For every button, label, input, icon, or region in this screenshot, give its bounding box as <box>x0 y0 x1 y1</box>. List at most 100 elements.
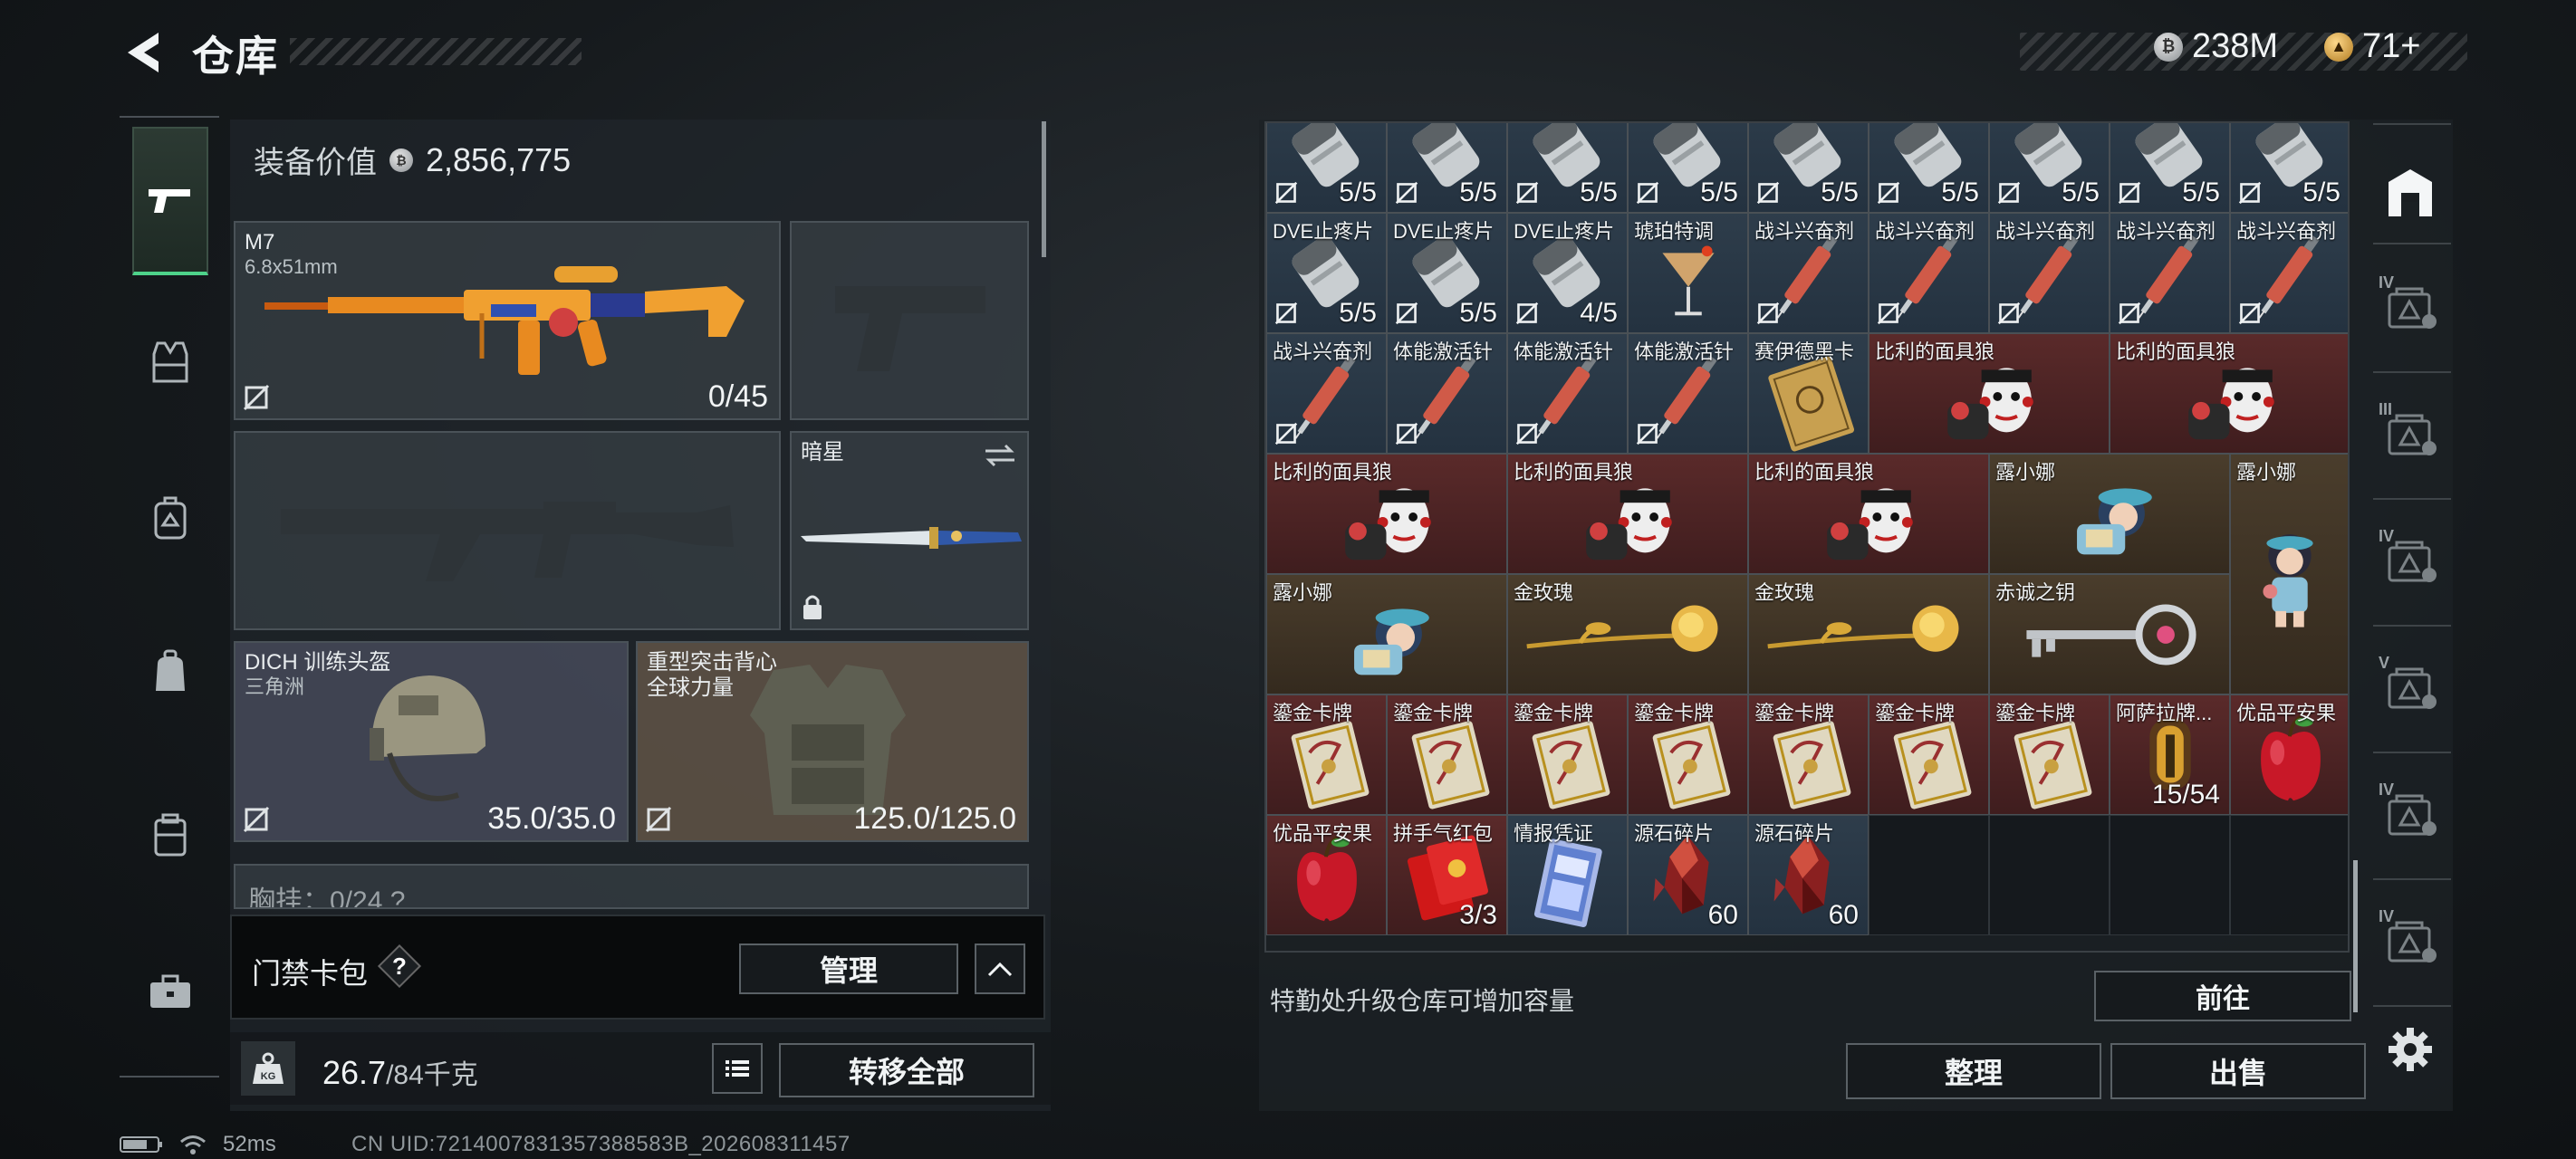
stash-empty-slot[interactable] <box>2110 815 2230 935</box>
stash-item[interactable]: 源石碎片 60 <box>1628 815 1748 935</box>
no-bind-icon <box>2238 181 2262 205</box>
stash-item[interactable]: 比利的面具狼 <box>1748 454 1989 574</box>
no-bind-icon <box>243 384 270 411</box>
stash-item[interactable]: 鎏金卡牌 <box>1507 694 1628 815</box>
stash-item[interactable]: DVE止疼片 5/5 <box>2110 123 2230 213</box>
stash-empty-slot[interactable] <box>1989 815 2110 935</box>
stash-item[interactable]: 露小娜 <box>2230 454 2348 694</box>
stash-iv-b-icon[interactable]: IV <box>2379 781 2442 848</box>
loadout-scrollbar[interactable] <box>1042 121 1046 257</box>
stash-item[interactable]: 金玫瑰 <box>1507 574 1748 694</box>
stash-item[interactable]: DVE止疼片 5/5 <box>1628 123 1748 213</box>
silver-currency[interactable]: ₿ 238M <box>2154 27 2278 66</box>
stash-item[interactable]: 鎏金卡牌 <box>1869 694 1989 815</box>
no-bind-icon <box>1274 181 1298 205</box>
tab-armor[interactable] <box>132 324 208 400</box>
stash-item[interactable]: DVE止疼片 4/5 <box>1507 213 1628 333</box>
stash-item[interactable]: 战斗兴奋剂 <box>1869 213 1989 333</box>
armor-slot[interactable]: 重型突击背心 全球力量 125.0/125.0 <box>636 641 1029 842</box>
stash-iii-icon[interactable]: III <box>2379 400 2442 467</box>
stash-item[interactable]: 比利的面具狼 <box>1507 454 1748 574</box>
stash-item[interactable]: 体能激活针 <box>1628 333 1748 454</box>
stash-item[interactable]: 战斗兴奋剂 <box>1748 213 1869 333</box>
chest-rig-slot[interactable]: 胸挂：0/24 ? <box>234 864 1029 909</box>
stash-item[interactable]: DVE止疼片 5/5 <box>1869 123 1989 213</box>
stash-item[interactable]: 情报凭证 <box>1507 815 1628 935</box>
stash-item[interactable]: 鎏金卡牌 <box>1748 694 1869 815</box>
tab-case[interactable] <box>132 797 208 873</box>
stash-item[interactable]: 鎏金卡牌 <box>1387 694 1507 815</box>
stash-item[interactable]: DVE止疼片 5/5 <box>1989 123 2110 213</box>
help-icon[interactable]: ? <box>380 947 418 985</box>
stash-item[interactable]: 赤诚之钥 <box>1989 574 2230 694</box>
stash-item[interactable]: 金玫瑰 <box>1748 574 1989 694</box>
sort-button[interactable]: 整理 <box>1846 1043 2101 1099</box>
weight-readout: 26.7/84千克 <box>322 1052 478 1092</box>
stash-item[interactable]: 露小娜 <box>1989 454 2230 574</box>
stash-item[interactable]: 优品平安果 <box>2230 694 2348 815</box>
stash-empty-slot[interactable] <box>1869 815 1989 935</box>
svg-text:KG: KG <box>261 1071 276 1082</box>
helmet-slot[interactable]: DICH 训练头盔 三角洲 35.0/35.0 <box>234 641 629 842</box>
stash-scrollbar[interactable] <box>2353 860 2358 1012</box>
settings-icon[interactable] <box>2379 1018 2442 1081</box>
stash-item[interactable]: 鎏金卡牌 <box>1628 694 1748 815</box>
stash-item[interactable]: 鎏金卡牌 <box>1266 694 1387 815</box>
stash-item[interactable]: 战斗兴奋剂 <box>2110 213 2230 333</box>
stash-item[interactable]: DVE止疼片 5/5 <box>1266 213 1387 333</box>
stash-item[interactable]: DVE止疼片 5/5 <box>1748 123 1869 213</box>
melee-slot[interactable]: 暗星 <box>790 431 1029 630</box>
stash-item[interactable]: DVE止疼片 5/5 <box>2230 123 2348 213</box>
stash-item[interactable]: 体能激活针 <box>1387 333 1507 454</box>
pistol-slot[interactable] <box>790 221 1029 420</box>
rail-divider <box>2373 625 2451 627</box>
stash-item[interactable]: DVE止疼片 5/5 <box>1387 123 1507 213</box>
list-icon <box>726 1060 749 1077</box>
knife-icon <box>801 527 1022 549</box>
stash-item[interactable]: 战斗兴奋剂 <box>1266 333 1387 454</box>
stash-item[interactable]: 优品平安果 <box>1266 815 1387 935</box>
stash-item[interactable]: 比利的面具狼 <box>1869 333 2110 454</box>
stash-item[interactable]: DVE止疼片 5/5 <box>1266 123 1387 213</box>
stash-item[interactable]: 露小娜 <box>1266 574 1507 694</box>
back-button[interactable] <box>118 25 168 80</box>
transfer-all-button[interactable]: 转移全部 <box>779 1043 1034 1097</box>
tab-weapons[interactable] <box>132 127 208 275</box>
stash-item[interactable]: DVE止疼片 5/5 <box>1507 123 1628 213</box>
stash-item[interactable]: 比利的面具狼 <box>1266 454 1507 574</box>
swap-icon[interactable] <box>982 442 1018 469</box>
stash-iv-c-icon[interactable]: IV <box>2379 907 2442 974</box>
stash-item[interactable]: 鎏金卡牌 <box>1989 694 2110 815</box>
goto-button[interactable]: 前往 <box>2094 971 2351 1021</box>
list-view-button[interactable] <box>712 1043 763 1094</box>
stash-item[interactable]: DVE止疼片 5/5 <box>1387 213 1507 333</box>
no-bind-icon <box>645 806 672 833</box>
sell-button[interactable]: 出售 <box>2110 1043 2366 1099</box>
gold-currency[interactable]: ▲ 71+ <box>2324 27 2420 66</box>
stash-item[interactable]: 源石碎片 60 <box>1748 815 1869 935</box>
stash-item[interactable]: 拼手气红包 3/3 <box>1387 815 1507 935</box>
stash-item[interactable]: 战斗兴奋剂 <box>2230 213 2348 333</box>
item-name: 阿萨拉牌... <box>2116 702 2213 724</box>
tab-backpack[interactable] <box>132 634 208 710</box>
stash-iv-plus-icon[interactable]: IV <box>2379 527 2442 594</box>
stash-item[interactable]: 阿萨拉牌... 15/54 <box>2110 694 2230 815</box>
stash-empty-slot[interactable] <box>2230 815 2348 935</box>
stash-v-icon[interactable]: V <box>2379 654 2442 721</box>
primary-weapon-slot[interactable]: M7 6.8x51mm 0/45 <box>234 221 781 420</box>
item-quantity: 5/5 <box>1580 177 1618 207</box>
home-stash-icon[interactable] <box>2379 161 2442 225</box>
tab-chest-rig[interactable] <box>132 480 208 556</box>
collapse-button[interactable] <box>975 943 1025 994</box>
stash-iv-icon[interactable]: IV <box>2379 273 2442 340</box>
stash-item[interactable]: 琥珀特调 <box>1628 213 1748 333</box>
rifle-silhouette-icon <box>281 502 734 581</box>
stash-item[interactable]: 战斗兴奋剂 <box>1989 213 2110 333</box>
secondary-weapon-slot[interactable] <box>234 431 781 630</box>
no-bind-icon <box>1877 181 1900 205</box>
stash-item[interactable]: 赛伊德黑卡 <box>1748 333 1869 454</box>
manage-button[interactable]: 管理 <box>739 943 958 994</box>
tab-toolbox[interactable] <box>132 954 208 1030</box>
stash-item[interactable]: 比利的面具狼 <box>2110 333 2348 454</box>
stash-item[interactable]: 体能激活针 <box>1507 333 1628 454</box>
